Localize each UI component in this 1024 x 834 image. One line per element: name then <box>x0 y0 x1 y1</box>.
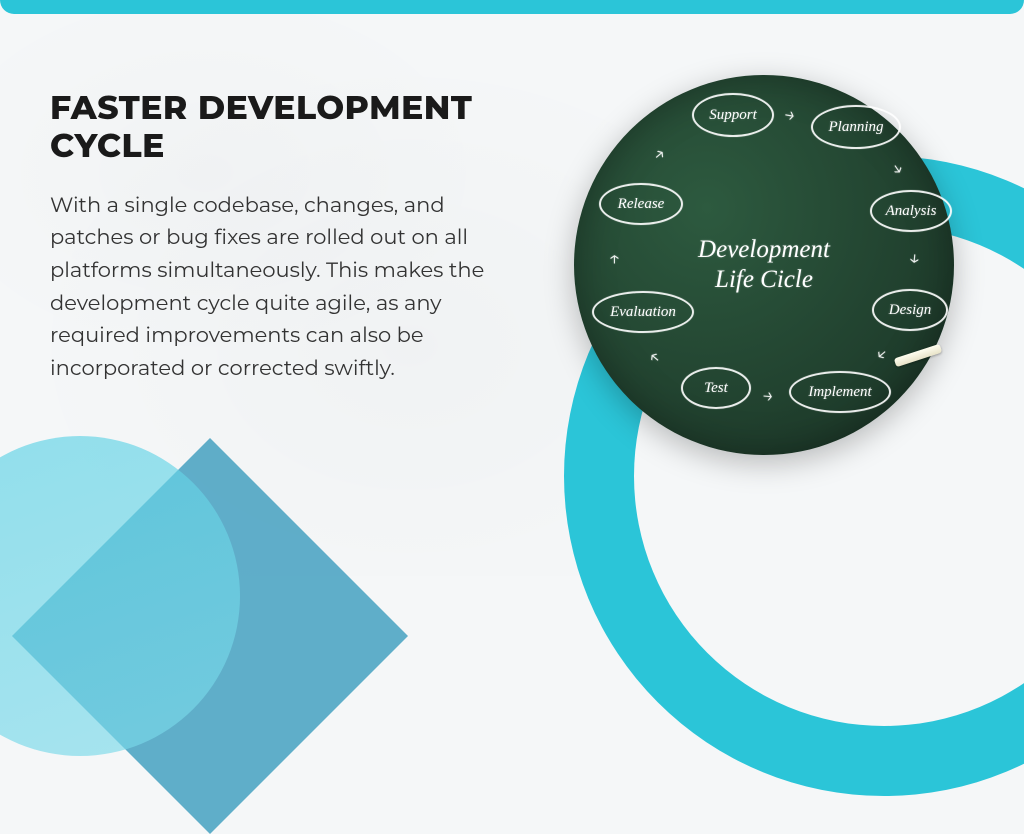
arrow-icon: ← <box>643 344 668 370</box>
center-line-2: Life Cicle <box>715 266 813 293</box>
arrow-icon: ← <box>761 385 775 410</box>
arrow-icon: ← <box>648 142 673 168</box>
arrow-icon: ← <box>603 253 627 265</box>
phase-support: Support <box>692 93 774 137</box>
top-accent-bar <box>0 0 1024 14</box>
diagram-center-label: Development Life Cicle <box>698 235 830 295</box>
phase-planning: Planning <box>811 105 901 149</box>
arrow-icon: → <box>782 102 798 128</box>
center-line-1: Development <box>698 236 830 263</box>
phase-evaluation: Evaluation <box>592 291 694 333</box>
text-content: FASTER DEVELOPMENT CYCLE With a single c… <box>50 90 530 385</box>
arrow-icon: → <box>885 157 912 181</box>
slide-title: FASTER DEVELOPMENT CYCLE <box>50 90 530 166</box>
development-lifecycle-diagram: Development Life Cicle Support Planning … <box>574 75 954 455</box>
slide-body: With a single codebase, changes, and pat… <box>50 190 530 385</box>
phase-design: Design <box>872 289 948 331</box>
phase-release: Release <box>599 183 683 225</box>
arrow-icon: → <box>903 252 928 266</box>
phase-implement: Implement <box>789 371 891 413</box>
arrow-icon: → <box>870 342 895 368</box>
phase-test: Test <box>681 367 751 409</box>
phase-analysis: Analysis <box>870 190 952 232</box>
